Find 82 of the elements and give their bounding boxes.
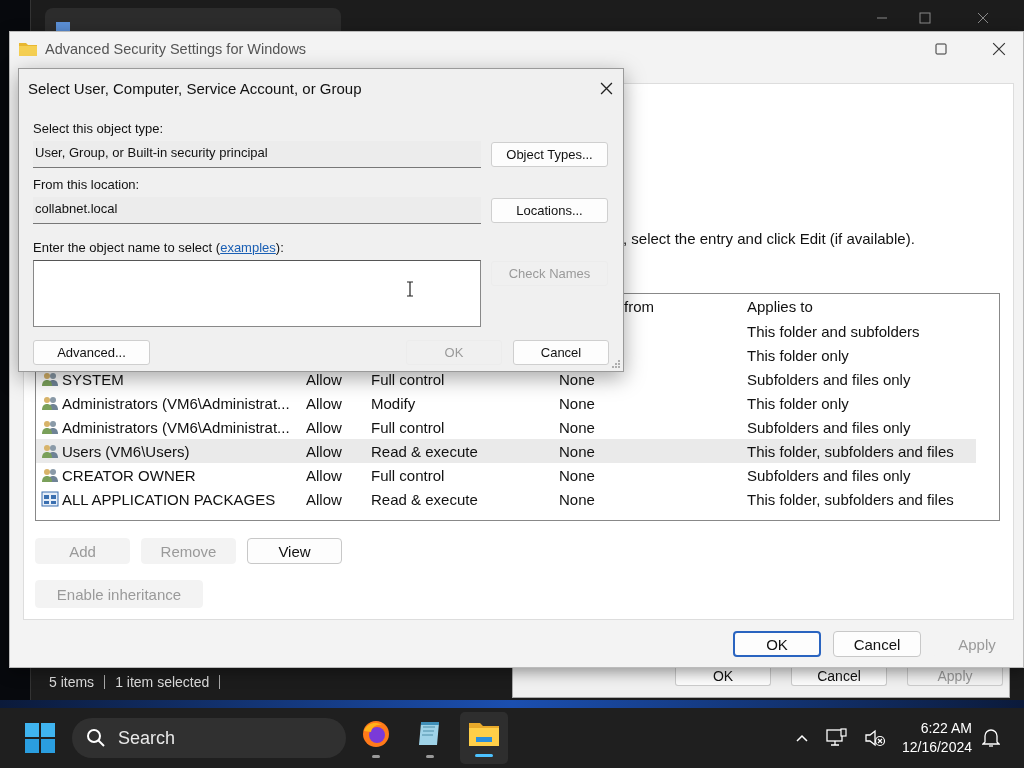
fox-globe-icon [361, 718, 391, 749]
field-label: Enter the object name to select (examples): [33, 240, 285, 255]
table-cell: This folder only [747, 394, 849, 412]
window-title: Advanced Security Settings for Windows [45, 40, 307, 57]
dialog-button[interactable]: Cancel [833, 631, 921, 657]
table-cell: None [559, 442, 595, 460]
table-cell: Subfolders and files only [747, 466, 911, 484]
table-cell: None [559, 394, 595, 412]
table-cell: Read & execute [371, 490, 478, 508]
dialog-button[interactable]: Cancel [791, 668, 887, 686]
table-cell: None [559, 466, 595, 484]
table-cell: Modify [371, 394, 416, 412]
dialog-button[interactable]: OK [733, 631, 821, 657]
table-cell: Users (VM6\Users) [62, 442, 190, 460]
field-label: Select this object type: [33, 121, 165, 136]
dialog-button[interactable]: OK [675, 668, 771, 686]
users-icon [41, 395, 59, 411]
notification-icon[interactable] [982, 728, 1000, 748]
table-cell: Full control [371, 418, 445, 436]
clock-time[interactable]: 6:22 AM [920, 719, 972, 738]
close-icon[interactable] [600, 81, 613, 95]
column-header[interactable]: Applies to [747, 298, 976, 315]
users-icon [41, 371, 59, 387]
examples-link[interactable]: examples [220, 240, 276, 255]
table-cell: CREATOR OWNER [62, 466, 196, 484]
instruction-text: , select the entry and click Edit (if available). [623, 230, 916, 247]
table-cell: Allow [306, 394, 342, 412]
maximize-icon[interactable] [935, 43, 947, 55]
advanced-button[interactable]: Advanced... [33, 340, 150, 365]
text-cursor-icon [406, 281, 414, 297]
users-icon [41, 443, 59, 459]
table-cell: Allow [306, 490, 342, 508]
start-icon[interactable] [25, 723, 55, 753]
permission-row[interactable]: Users (VM6\Users) Allow Read & execute None This folder, subfolders and files [36, 439, 976, 463]
table-cell: Read & execute [371, 442, 478, 460]
table-cell: ALL APPLICATION PACKAGES [62, 490, 276, 508]
object-name-field[interactable] [33, 260, 481, 327]
table-cell: None [559, 370, 595, 388]
table-cell: None [559, 490, 595, 508]
entry-button[interactable]: View [247, 538, 342, 564]
object-types-button[interactable]: Object Types... [491, 142, 608, 167]
network-icon[interactable] [825, 728, 848, 748]
folder-icon [19, 41, 37, 56]
table-cell: Subfolders and files only [747, 418, 911, 436]
permission-row[interactable]: Administrators (VM6\Administrat... Allow Modify None This folder only [36, 391, 976, 415]
table-cell: None [559, 418, 595, 436]
table-cell: This folder, subfolders and files [747, 490, 954, 508]
clock-date[interactable]: 12/16/2024 [901, 738, 972, 757]
search-icon [86, 728, 106, 748]
table-cell: This folder and subfolders [747, 322, 920, 340]
volume-muted-icon[interactable] [863, 728, 886, 748]
permission-row[interactable]: CREATOR OWNER Allow Full control None Subfolders and files only [36, 463, 976, 487]
table-cell: Allow [306, 370, 342, 388]
table-cell: Allow [306, 418, 342, 436]
table-cell: Subfolders and files only [747, 370, 911, 388]
object-type-field: User, Group, or Built-in security principal [33, 141, 481, 168]
table-cell: This folder, subfolders and files [747, 442, 954, 460]
maximize-icon[interactable] [919, 12, 931, 24]
table-cell: SYSTEM [62, 370, 124, 388]
status-text: 1 item selected [115, 674, 210, 690]
locations-button[interactable]: Locations... [491, 198, 608, 223]
field-label: From this location: [33, 177, 141, 192]
cancel-button[interactable]: Cancel [513, 340, 609, 365]
table-cell: Allow [306, 466, 342, 484]
permission-row[interactable]: ALL APPLICATION PACKAGES Allow Read & execute None This folder, subfolders and files [36, 487, 976, 511]
users-icon [41, 467, 59, 483]
table-cell: Allow [306, 442, 342, 460]
users-icon [41, 419, 59, 435]
location-field: collabnet.local [33, 197, 481, 224]
permission-row[interactable]: Administrators (VM6\Administrat... Allow Full control None Subfolders and files only [36, 415, 976, 439]
taskbar-app[interactable] [460, 712, 508, 764]
drive-icon [56, 22, 70, 31]
table-cell: Full control [371, 370, 445, 388]
status-text: 5 items [49, 674, 95, 690]
table-cell: Administrators (VM6\Administrat... [62, 394, 290, 412]
search-field[interactable]: Search [72, 718, 346, 758]
dialog-title: Select User, Computer, Service Account, or Group [28, 79, 362, 97]
resize-grip-icon[interactable] [611, 359, 621, 369]
table-cell: Full control [371, 466, 445, 484]
table-cell: Administrators (VM6\Administrat... [62, 418, 290, 436]
package-icon [41, 491, 59, 507]
close-icon[interactable] [992, 42, 1006, 56]
